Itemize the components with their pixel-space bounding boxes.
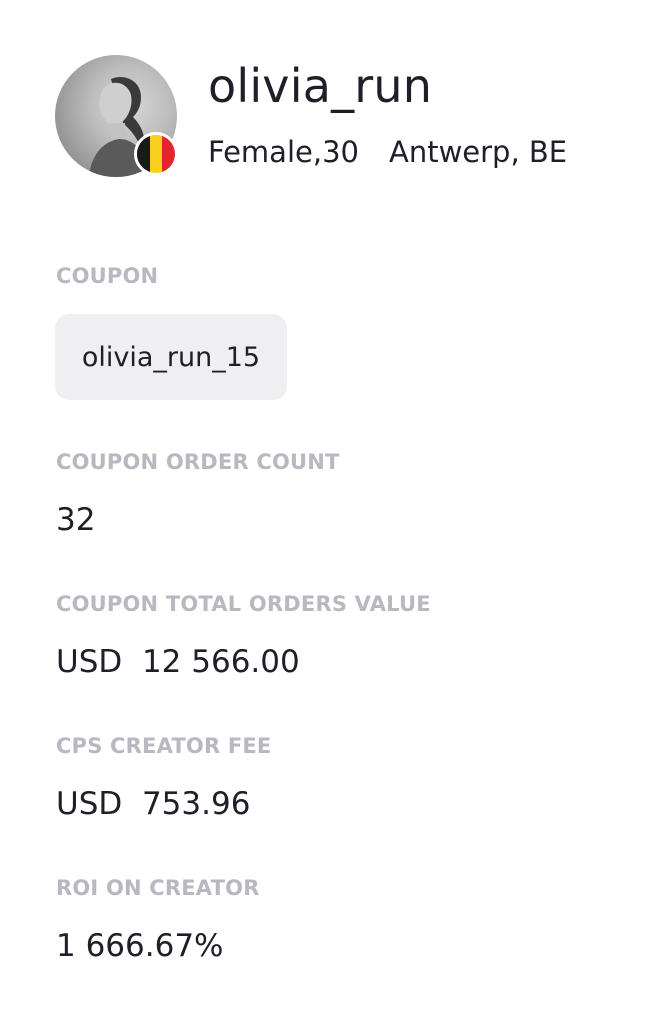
- profile-header: olivia_run Female,30 Antwerp, BE: [55, 55, 635, 179]
- username: olivia_run: [208, 59, 433, 113]
- total-value-value: USD 12 566.00: [56, 644, 300, 680]
- gender-age: Female,30: [208, 135, 359, 169]
- creator-fee-label: CPS CREATOR FEE: [56, 734, 272, 758]
- coupon-chip[interactable]: olivia_run_15: [55, 314, 287, 400]
- profile-meta: Female,30 Antwerp, BE: [208, 135, 567, 170]
- flag-belgium-icon: [134, 132, 178, 176]
- location: Antwerp, BE: [388, 135, 568, 169]
- order-count-label: COUPON ORDER COUNT: [56, 450, 340, 474]
- creator-fee-value: USD 753.96: [56, 786, 251, 822]
- order-count-value: 32: [56, 502, 96, 538]
- total-value-label: COUPON TOTAL ORDERS VALUE: [56, 592, 431, 616]
- flag-stripe-red: [162, 135, 175, 173]
- flag-stripe-black: [137, 135, 150, 173]
- roi-value: 1 666.67%: [56, 928, 224, 964]
- coupon-label: COUPON: [56, 264, 159, 288]
- flag-stripe-yellow: [149, 135, 163, 173]
- roi-label: ROI ON CREATOR: [56, 876, 260, 900]
